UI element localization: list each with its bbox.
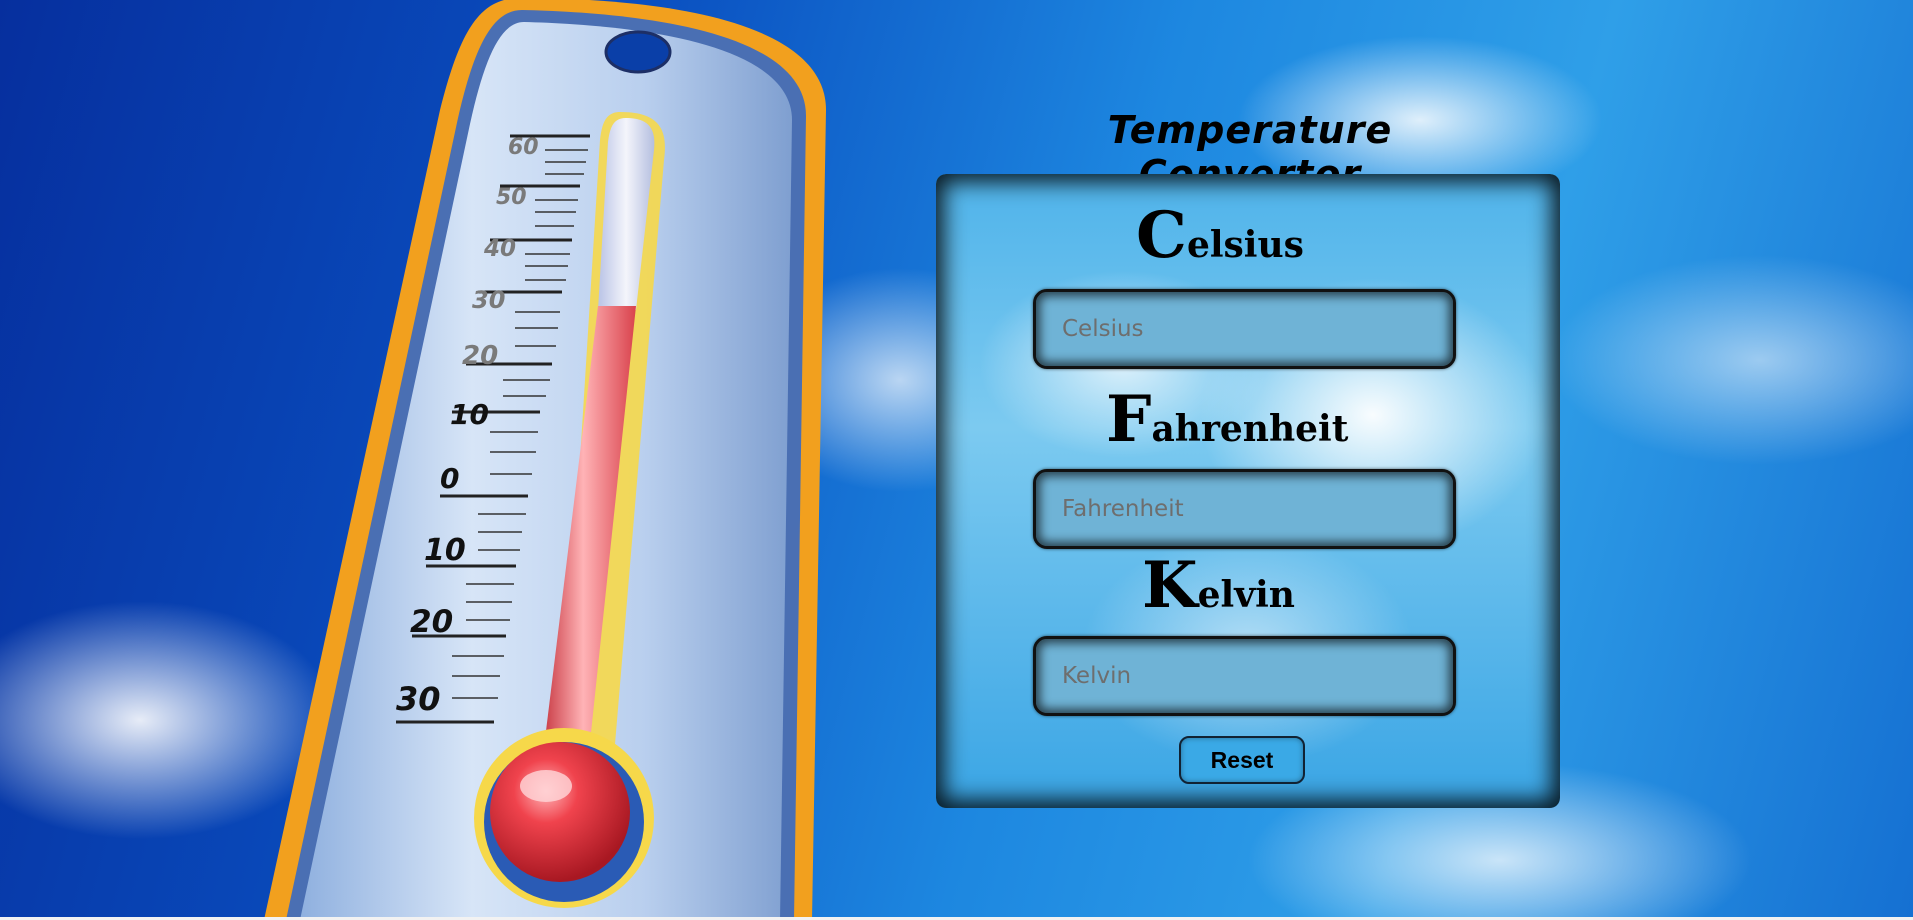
fahrenheit-input[interactable] <box>1033 469 1456 549</box>
celsius-heading: Celsius <box>1136 204 1304 268</box>
celsius-heading-text: elsius <box>1186 224 1304 266</box>
thermometer-illustration-icon: 60 50 40 30 20 10 0 10 20 30 <box>264 0 826 920</box>
fahrenheit-heading-initial: F <box>1106 382 1152 457</box>
scale-label: 10 <box>450 398 489 431</box>
scale-label: 0 <box>440 462 459 495</box>
scale-label: 20 <box>410 604 453 640</box>
celsius-heading-initial: C <box>1136 198 1187 273</box>
kelvin-heading-text: elvin <box>1197 574 1295 616</box>
scale-label: 50 <box>496 185 527 210</box>
scale-label: 20 <box>462 341 498 371</box>
celsius-input[interactable] <box>1033 289 1456 369</box>
reset-button[interactable]: Reset <box>1179 736 1305 784</box>
fahrenheit-heading: Fahrenheit <box>1106 388 1348 452</box>
scale-label: 40 <box>483 236 516 262</box>
scale-label: 60 <box>508 135 539 160</box>
kelvin-input[interactable] <box>1033 636 1456 716</box>
scale-label: 10 <box>424 533 466 568</box>
page: 60 50 40 30 20 10 0 10 20 30 Temperature… <box>0 0 1913 920</box>
scale-label: 30 <box>472 286 505 314</box>
kelvin-heading-initial: K <box>1142 548 1198 623</box>
scale-label: 30 <box>396 680 441 718</box>
fahrenheit-heading-text: ahrenheit <box>1151 408 1349 450</box>
kelvin-heading: Kelvin <box>1142 554 1295 618</box>
